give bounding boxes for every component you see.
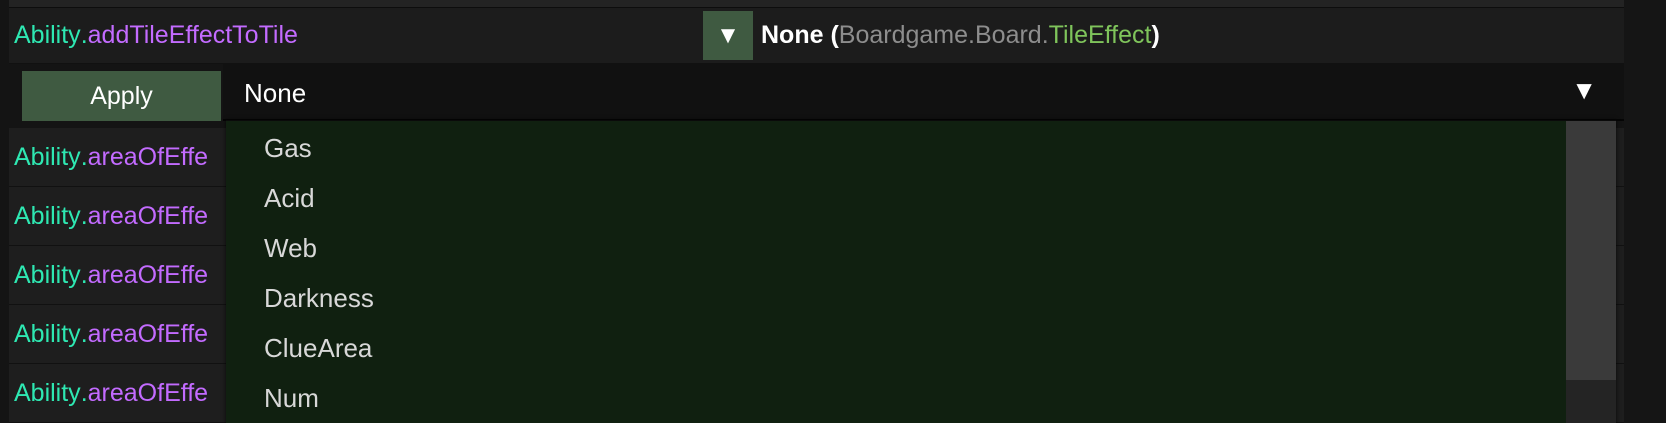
dropdown-option-cluearea[interactable]: ClueArea (264, 326, 372, 370)
field-label: Ability. areaOfEffe (14, 128, 208, 186)
enum-select[interactable]: None ▼ (223, 64, 1624, 121)
type-namespace-2: Board (974, 21, 1042, 49)
dropdown-option-num[interactable]: Num (264, 376, 319, 420)
separator-dot: . (80, 201, 88, 230)
separator-dot: . (80, 21, 88, 49)
type-namespace: Boardgame (838, 21, 969, 49)
inspector-panel: Ability. addTileEffectToTile ▼ None (Boar… (0, 0, 1666, 423)
member-name: areaOfEffe (87, 378, 209, 407)
separator-dot: . (80, 378, 88, 407)
triangle-down-icon[interactable]: ▼ (1571, 75, 1597, 106)
dropdown-popup: Gas Acid Web Darkness ClueArea Num (226, 120, 1616, 423)
type-name: TileEffect (1048, 21, 1152, 49)
field-label: Ability. areaOfEffe (14, 364, 208, 422)
scrollbar-thumb[interactable] (1566, 121, 1616, 380)
dropdown-option-darkness[interactable]: Darkness (264, 276, 374, 320)
enum-editor: Apply None ▼ (9, 64, 1624, 128)
class-name: Ability (14, 142, 81, 171)
triangle-down-icon: ▼ (716, 21, 740, 49)
previous-row-edge (9, 0, 1624, 8)
type-separator: . (968, 21, 975, 49)
type-separator-2: . (1041, 21, 1049, 49)
dropdown-options: Gas Acid Web Darkness ClueArea Num (226, 121, 1566, 423)
field-value: ▼ None (Boardgame.Board.TileEffect) (703, 11, 1160, 60)
type-open-paren: ( (823, 21, 839, 49)
type-close-paren: ) (1151, 21, 1160, 49)
member-name: addTileEffectToTile (87, 21, 298, 49)
dropdown-scrollbar[interactable] (1566, 121, 1616, 423)
class-name: Ability (14, 378, 81, 407)
field-label: Ability. areaOfEffe (14, 246, 208, 304)
value-display: None (Boardgame.Board.TileEffect) (761, 21, 1160, 50)
member-name: areaOfEffe (87, 260, 209, 289)
separator-dot: . (80, 142, 88, 171)
right-border (1624, 0, 1666, 423)
separator-dot: . (80, 260, 88, 289)
separator-dot: . (80, 319, 88, 348)
apply-button[interactable]: Apply (22, 71, 221, 121)
class-name: Ability (14, 260, 81, 289)
field-label: Ability. addTileEffectToTile (14, 8, 298, 63)
value-text: None (761, 21, 824, 49)
field-label: Ability. areaOfEffe (14, 187, 208, 245)
member-name: areaOfEffe (87, 319, 209, 348)
left-border (0, 0, 9, 423)
class-name: Ability (14, 21, 81, 49)
member-name: areaOfEffe (87, 142, 209, 171)
class-name: Ability (14, 201, 81, 230)
selected-value: None (244, 78, 307, 108)
dropdown-option-web[interactable]: Web (264, 226, 317, 270)
member-name: areaOfEffe (87, 201, 209, 230)
dropdown-option-gas[interactable]: Gas (264, 126, 312, 170)
dropdown-option-acid[interactable]: Acid (264, 176, 315, 220)
field-label: Ability. areaOfEffe (14, 305, 208, 363)
value-dropdown-button[interactable]: ▼ (703, 11, 753, 60)
class-name: Ability (14, 319, 81, 348)
field-row-addTileEffectToTile[interactable]: Ability. addTileEffectToTile ▼ None (Boar… (9, 8, 1624, 64)
